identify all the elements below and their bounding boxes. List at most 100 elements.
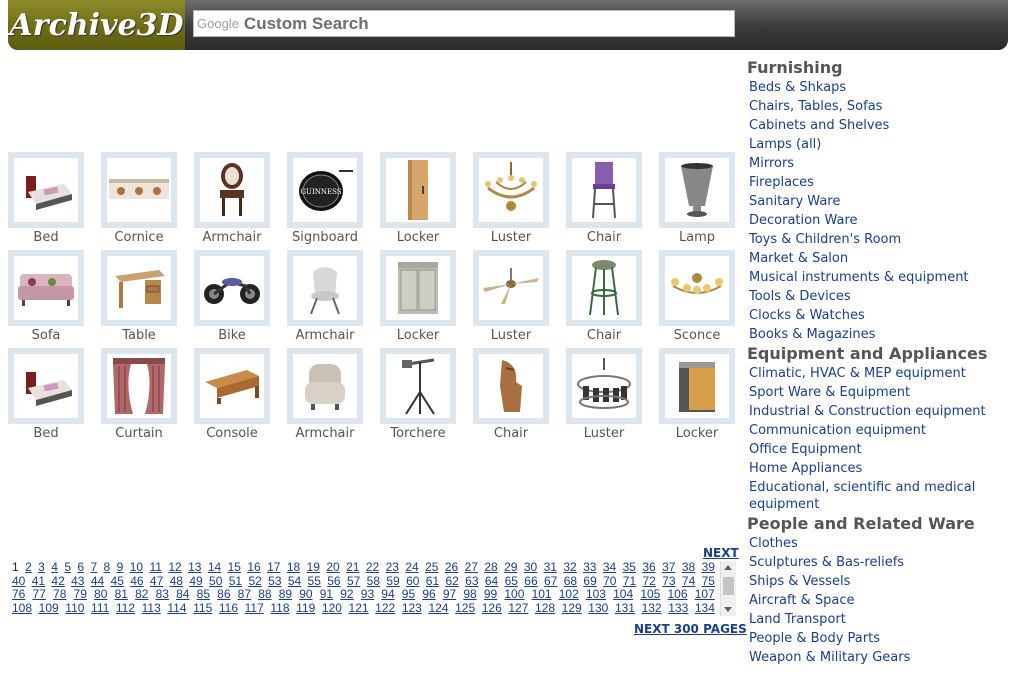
page-number-link[interactable]: 37	[662, 561, 675, 574]
page-number-link[interactable]: 125	[455, 601, 475, 615]
model-thumbnail[interactable]	[194, 250, 270, 326]
page-number-link[interactable]: 26	[445, 561, 458, 574]
model-card[interactable]: Table	[101, 250, 177, 346]
page-number-link[interactable]: 46	[130, 574, 143, 588]
model-thumbnail[interactable]	[659, 152, 735, 228]
page-number-link[interactable]: 145	[276, 614, 296, 616]
page-number-link[interactable]: 113	[142, 601, 161, 615]
model-thumbnail[interactable]	[194, 152, 270, 228]
page-number-link[interactable]: 27	[465, 561, 478, 574]
sidebar-category-link[interactable]: Market & Salon	[747, 249, 1032, 268]
model-thumbnail[interactable]	[8, 250, 84, 326]
page-number-link[interactable]: 13	[188, 561, 201, 574]
model-card[interactable]: Chair	[566, 250, 642, 346]
page-number-link[interactable]: 93	[361, 587, 374, 601]
page-number-link[interactable]: 102	[559, 587, 579, 601]
page-number-link[interactable]: 122	[375, 601, 395, 615]
page-number-link[interactable]: 45	[111, 574, 124, 588]
page-number-link[interactable]: 148	[355, 614, 375, 616]
page-number-link[interactable]: 30	[524, 561, 537, 574]
page-number-link[interactable]: 77	[33, 587, 46, 601]
page-number-link[interactable]: 43	[71, 574, 84, 588]
page-number-link[interactable]: 134	[695, 601, 715, 615]
page-number-link[interactable]: 57	[347, 574, 360, 588]
page-number-link[interactable]: 106	[668, 587, 688, 601]
model-caption[interactable]: Torchere	[380, 426, 456, 441]
page-number-link[interactable]: 107	[695, 587, 715, 601]
page-number-link[interactable]: 90	[299, 587, 312, 601]
page-number-link[interactable]: 66	[524, 574, 537, 588]
page-number-link[interactable]: 139	[118, 614, 138, 616]
page-number-link[interactable]: 58	[367, 574, 380, 588]
model-thumbnail[interactable]	[194, 348, 270, 424]
page-number-link[interactable]: 84	[176, 587, 189, 601]
page-number-link[interactable]: 36	[642, 561, 655, 574]
model-card[interactable]: Bike	[194, 250, 270, 346]
page-number-link[interactable]: 9	[117, 561, 124, 574]
model-thumbnail[interactable]	[380, 348, 456, 424]
page-number-link[interactable]: 72	[643, 574, 656, 588]
model-caption[interactable]: Table	[101, 328, 177, 343]
page-number-link[interactable]: 130	[588, 601, 608, 615]
page-number-link[interactable]: 99	[484, 587, 497, 601]
model-thumbnail[interactable]	[659, 348, 735, 424]
page-number-link[interactable]: 120	[322, 601, 342, 615]
model-card[interactable]: Armchair	[194, 152, 270, 248]
page-number-link[interactable]: 116	[219, 601, 238, 615]
model-caption[interactable]: Armchair	[287, 328, 363, 343]
model-card[interactable]: GUINNESS Signboard	[287, 152, 363, 248]
sidebar-category-link[interactable]: Communication equipment	[747, 421, 1032, 440]
model-card[interactable]: Bed	[8, 152, 84, 248]
page-number-link[interactable]: 19	[307, 561, 320, 574]
page-number-link[interactable]: 101	[532, 587, 552, 601]
model-card[interactable]: Luster	[566, 348, 642, 444]
page-number-link[interactable]: 18	[287, 561, 300, 574]
page-number-link[interactable]: 17	[267, 561, 280, 574]
page-number-link[interactable]: 24	[405, 561, 418, 574]
page-number-link[interactable]: 94	[381, 587, 394, 601]
page-number-link[interactable]: 129	[562, 601, 582, 615]
model-caption[interactable]: Armchair	[287, 426, 363, 441]
page-number-link[interactable]: 104	[613, 587, 633, 601]
page-number-link[interactable]: 25	[425, 561, 438, 574]
model-caption[interactable]: Bike	[194, 328, 270, 343]
page-number-link[interactable]: 69	[583, 574, 596, 588]
sidebar-category-link[interactable]: Fireplaces	[747, 173, 1032, 192]
page-number-link[interactable]: 147	[329, 614, 349, 616]
page-number-link[interactable]: 95	[402, 587, 415, 601]
page-number-link[interactable]: 56	[327, 574, 340, 588]
model-card[interactable]: Armchair	[287, 250, 363, 346]
page-number-link[interactable]: 70	[603, 574, 616, 588]
page-number-link[interactable]: 14	[208, 561, 221, 574]
sidebar-category-link[interactable]: Sculptures & Bas-reliefs	[747, 553, 1032, 572]
model-caption[interactable]: Luster	[473, 328, 549, 343]
page-number-link[interactable]: 105	[640, 587, 660, 601]
page-number-link[interactable]: 50	[209, 574, 222, 588]
page-number-link[interactable]: 60	[406, 574, 419, 588]
sidebar-category-link[interactable]: Ships & Vessels	[747, 572, 1032, 591]
model-caption[interactable]: Sofa	[8, 328, 84, 343]
sidebar-category-link[interactable]: Musical instruments & equipment	[747, 268, 1032, 287]
page-number-link[interactable]: 22	[366, 561, 379, 574]
page-number-link[interactable]: 138	[91, 614, 111, 616]
model-card[interactable]: Cornice	[101, 152, 177, 248]
model-card[interactable]: Luster	[473, 250, 549, 346]
model-card[interactable]: Curtain	[101, 348, 177, 444]
page-number-link[interactable]: 121	[349, 601, 369, 615]
page-number-link[interactable]: 10	[130, 561, 143, 574]
page-number-link[interactable]: 96	[422, 587, 435, 601]
model-card[interactable]: Console	[194, 348, 270, 444]
page-number-link[interactable]: 149	[381, 614, 401, 616]
model-thumbnail[interactable]: GUINNESS	[287, 152, 363, 228]
page-number-link[interactable]: 103	[586, 587, 606, 601]
page-number-link[interactable]: 81	[115, 587, 128, 601]
page-number-link[interactable]: 124	[428, 601, 448, 615]
model-thumbnail[interactable]	[566, 152, 642, 228]
page-number-link[interactable]: 11	[149, 561, 161, 574]
page-number-link[interactable]: 150	[408, 614, 428, 616]
page-number-link[interactable]: 108	[12, 601, 32, 615]
page-number-link[interactable]: 12	[168, 561, 181, 574]
page-number-link[interactable]: 111	[91, 601, 109, 615]
page-number-link[interactable]: 52	[248, 574, 261, 588]
page-number-link[interactable]: 34	[603, 561, 616, 574]
